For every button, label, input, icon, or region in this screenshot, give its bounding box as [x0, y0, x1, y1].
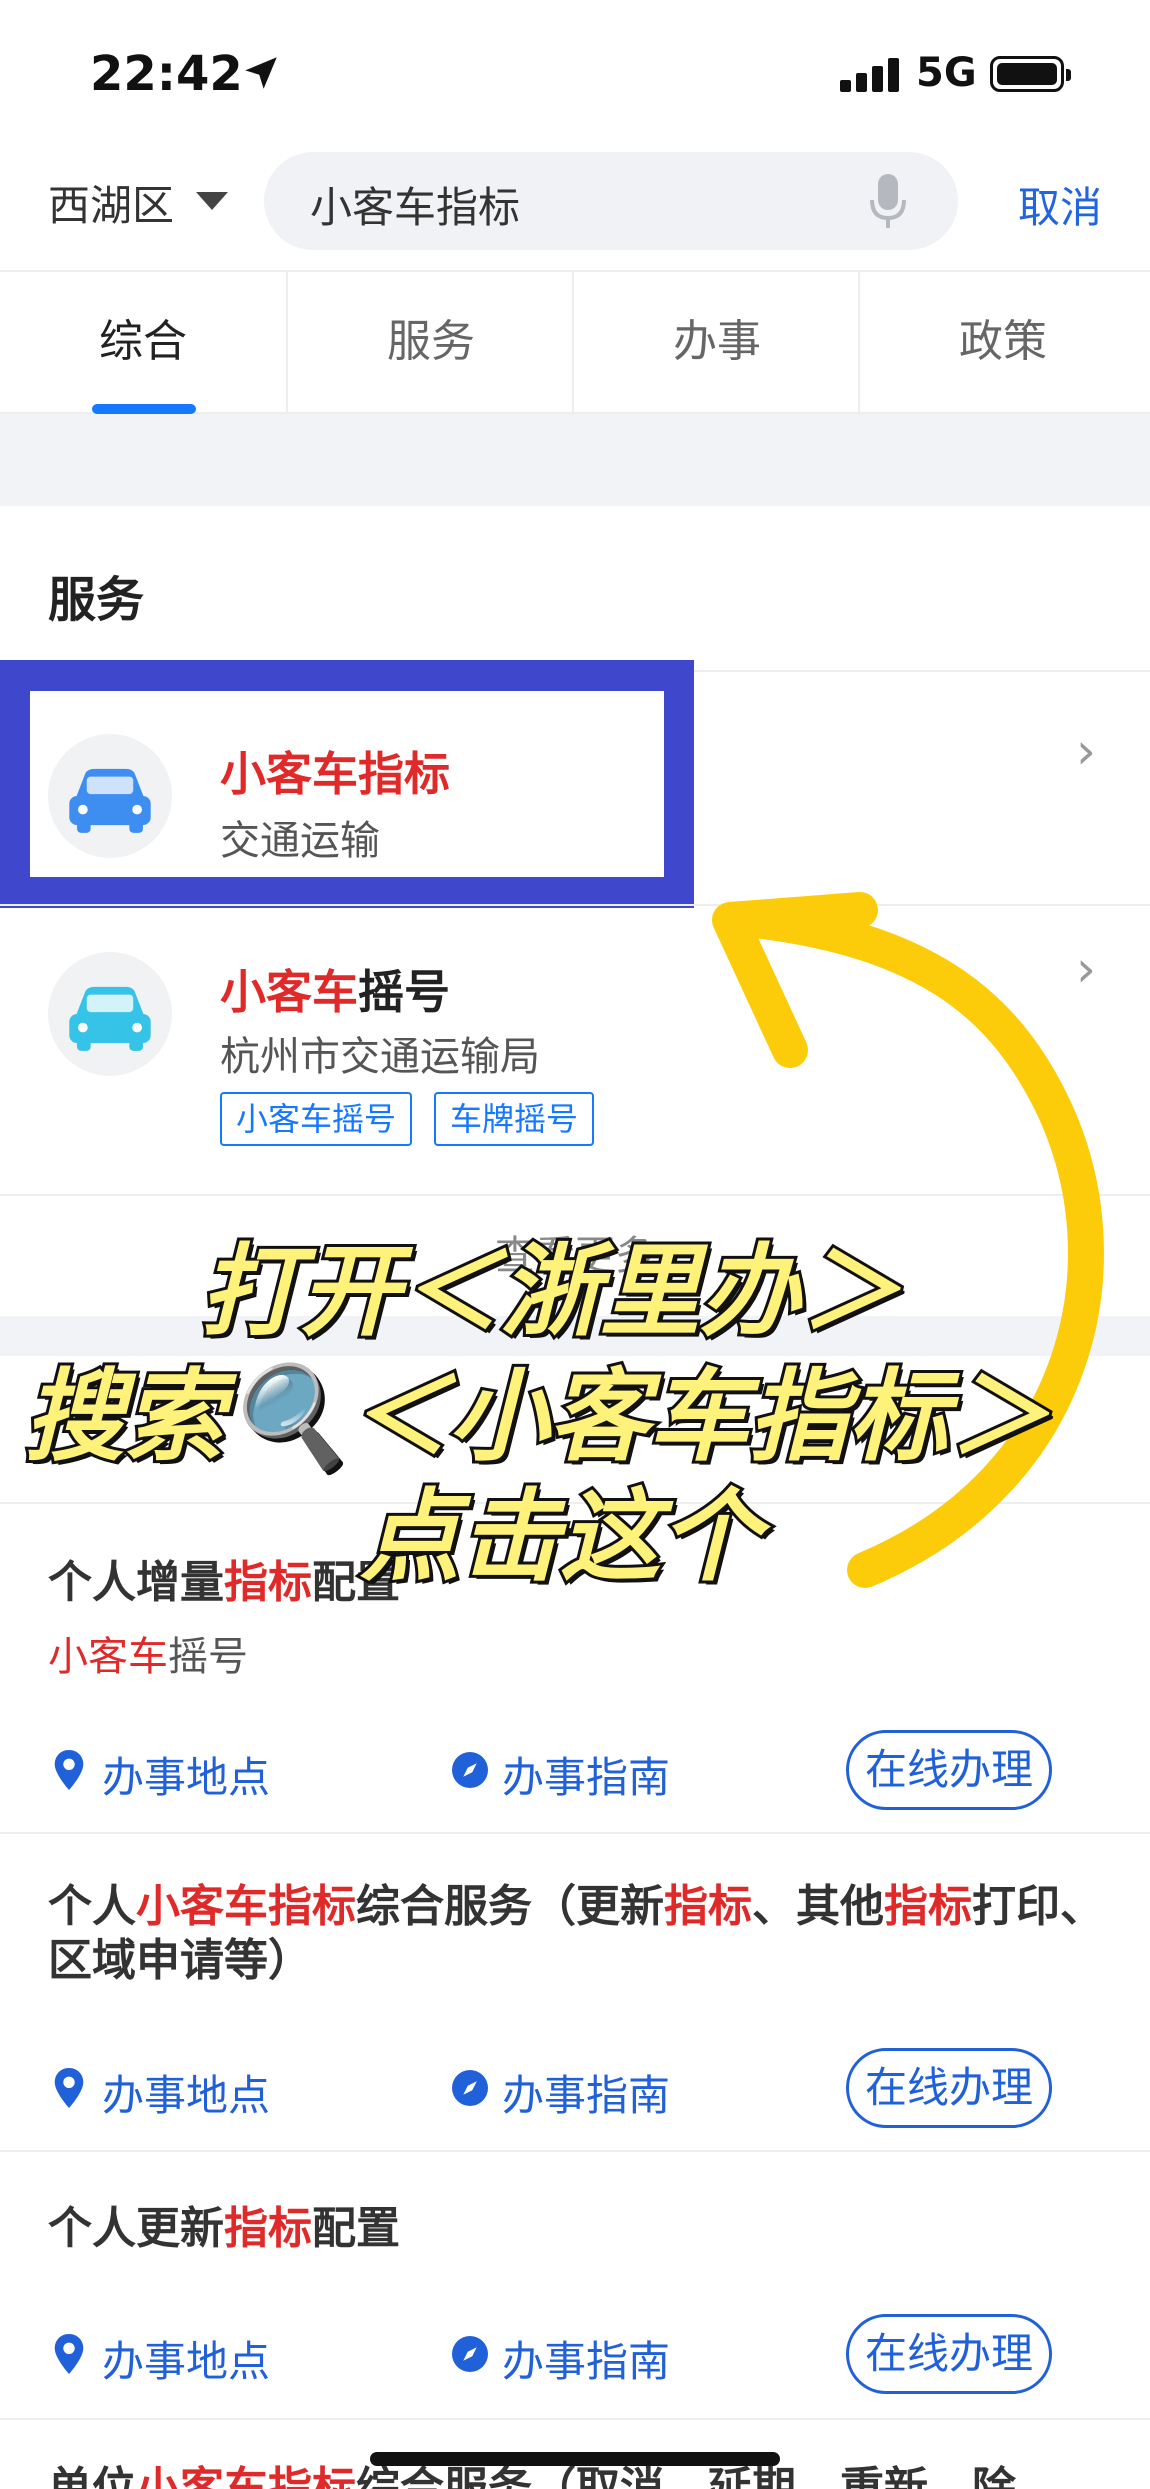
overlay-caption-line3: 点击这个: [357, 1475, 763, 1598]
overlay-caption-line1: 打开＜浙里办＞: [197, 1230, 903, 1353]
